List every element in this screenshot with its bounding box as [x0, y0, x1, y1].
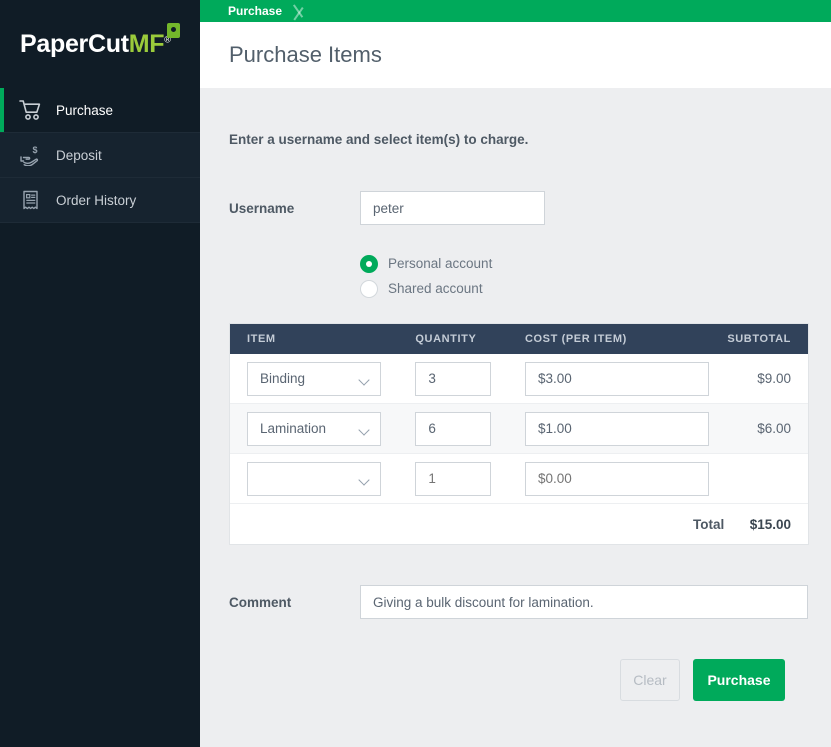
- quantity-cell: [415, 361, 525, 396]
- sidebar-item-label: Purchase: [56, 102, 114, 118]
- column-header-subtotal: SUBTOTAL: [727, 333, 791, 345]
- cost-cell: [524, 411, 724, 446]
- shopping-cart-icon: [18, 97, 44, 123]
- table-row: Lamination $6.00: [230, 404, 808, 454]
- clear-button[interactable]: Clear: [620, 659, 680, 701]
- cost-cell: [524, 461, 724, 496]
- leaf-flag-icon: [166, 22, 180, 38]
- item-cell: Binding: [230, 361, 415, 396]
- logo-area: PaperCutMF®: [0, 0, 200, 88]
- account-type-group: Personal account Shared account: [360, 251, 808, 301]
- logo-text-papercut: PaperCut: [20, 29, 129, 58]
- breadcrumb-chevron-icon: [290, 0, 316, 22]
- radio-shared-account[interactable]: Shared account: [360, 276, 808, 301]
- breadcrumb-item-purchase[interactable]: Purchase: [228, 0, 282, 22]
- cost-input[interactable]: [524, 461, 709, 496]
- table-row: Binding $9.00: [230, 354, 808, 404]
- column-header-quantity: QUANTITY: [415, 333, 477, 345]
- radio-personal-account[interactable]: Personal account: [360, 251, 808, 276]
- cost-input[interactable]: [524, 361, 709, 396]
- sidebar-item-purchase[interactable]: Purchase: [0, 88, 200, 133]
- comment-label: Comment: [229, 594, 292, 610]
- items-table: ITEM QUANTITY COST (PER ITEM) SUBTOTAL B…: [229, 323, 809, 545]
- subtotal-value: $6.00: [757, 421, 791, 436]
- item-cell: Lamination: [230, 411, 415, 446]
- main-content: Purchase Purchase Items Enter a username…: [200, 0, 831, 747]
- sidebar-item-deposit[interactable]: $ Deposit: [0, 133, 200, 178]
- purchase-button[interactable]: Purchase: [693, 659, 785, 701]
- comment-row: Comment: [229, 585, 808, 619]
- comment-input[interactable]: [360, 585, 808, 619]
- quantity-cell: [415, 461, 525, 496]
- quantity-cell: [415, 411, 525, 446]
- item-cell: [230, 461, 415, 496]
- chevron-down-icon: [360, 476, 369, 485]
- sidebar-nav: Purchase $ Deposit Order History: [0, 88, 200, 223]
- papercut-mf-logo: PaperCutMF®: [20, 22, 180, 58]
- sidebar-item-label: Deposit: [56, 147, 102, 163]
- quantity-input[interactable]: [415, 361, 492, 396]
- total-row: Total $15.00: [230, 504, 808, 544]
- chevron-down-icon: [360, 376, 369, 385]
- quantity-input[interactable]: [415, 461, 492, 496]
- item-select[interactable]: [247, 461, 381, 496]
- page-title: Purchase Items: [229, 42, 382, 67]
- svg-text:$: $: [33, 145, 38, 155]
- radio-unselected-icon[interactable]: [360, 279, 378, 298]
- radio-label: Shared account: [388, 281, 483, 296]
- instruction-text: Enter a username and select item(s) to c…: [229, 132, 529, 147]
- table-header-row: ITEM QUANTITY COST (PER ITEM) SUBTOTAL: [230, 324, 808, 354]
- radio-selected-icon[interactable]: [360, 254, 378, 273]
- item-select[interactable]: Binding: [247, 361, 381, 396]
- sidebar-item-order-history[interactable]: Order History: [0, 178, 200, 223]
- item-select[interactable]: Lamination: [247, 411, 381, 446]
- action-buttons: Clear Purchase: [229, 659, 808, 701]
- cost-cell: [524, 361, 724, 396]
- receipt-icon: [18, 187, 44, 213]
- total-value: $15.00: [749, 516, 791, 532]
- table-row: [230, 454, 808, 504]
- breadcrumb: Purchase: [200, 0, 831, 22]
- quantity-input[interactable]: [415, 411, 492, 446]
- subtotal-value: $9.00: [757, 371, 791, 386]
- sidebar-item-label: Order History: [56, 192, 137, 208]
- username-input[interactable]: [360, 191, 545, 225]
- username-label: Username: [229, 200, 295, 216]
- item-select-value: Lamination: [260, 421, 327, 436]
- cost-input[interactable]: [524, 411, 709, 446]
- column-header-item: ITEM: [247, 333, 276, 345]
- column-header-cost: COST (PER ITEM): [524, 333, 627, 345]
- total-label: Total: [692, 516, 725, 532]
- title-band: Purchase Items: [200, 22, 831, 88]
- sidebar: PaperCutMF® Purchase $ Deposit Order His…: [0, 0, 200, 747]
- radio-label: Personal account: [388, 256, 493, 271]
- form-area: Enter a username and select item(s) to c…: [200, 88, 831, 701]
- username-row: Username: [229, 191, 808, 225]
- chevron-down-icon: [360, 426, 369, 435]
- purchase-items-page: PaperCutMF® Purchase $ Deposit Order His…: [0, 0, 831, 747]
- logo-text-mf: MF: [128, 29, 165, 58]
- item-select-value: Binding: [260, 371, 306, 386]
- hand-dollar-icon: $: [18, 142, 44, 168]
